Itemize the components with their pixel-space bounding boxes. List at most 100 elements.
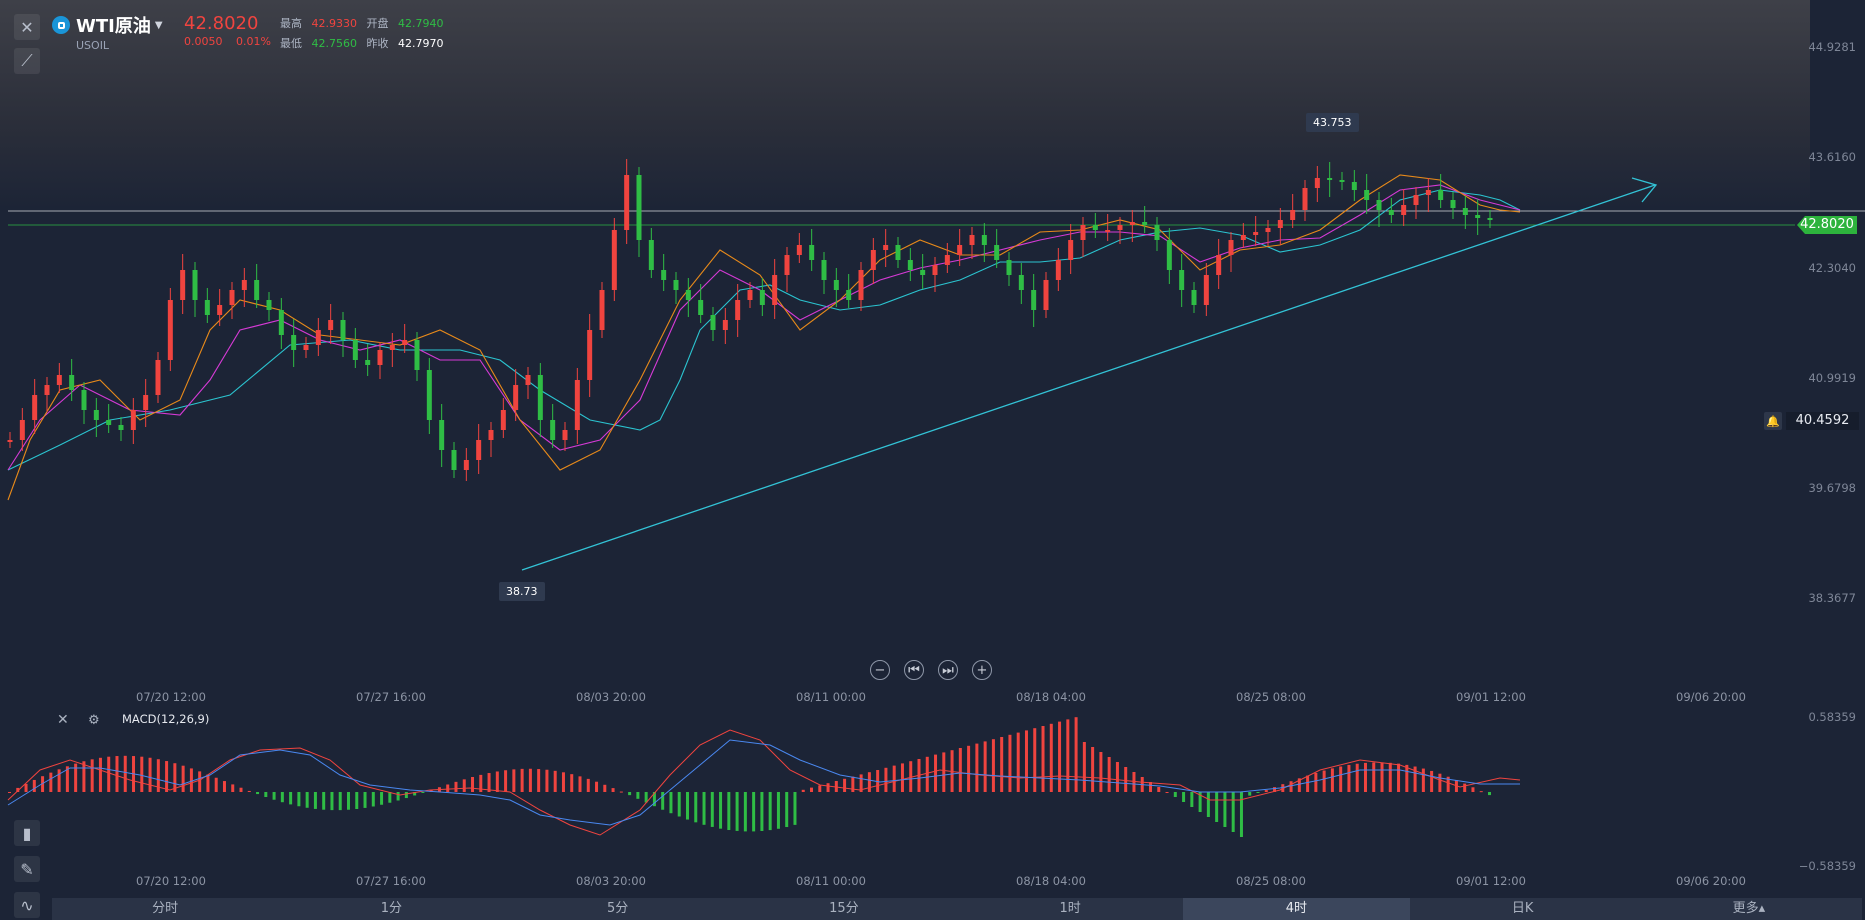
scroll-start-button[interactable]: ⏮ (904, 660, 924, 680)
candle-body (414, 340, 420, 370)
x-tick-8: 09/06 20:00 (1676, 690, 1746, 704)
candle-body (426, 370, 432, 420)
zoom-in-button[interactable]: + (972, 660, 992, 680)
candle-body (981, 235, 987, 245)
candle-body (1129, 222, 1135, 225)
zoom-controls: − ⏮ ⏭ + (870, 660, 1006, 680)
candle-body (920, 270, 926, 275)
candle-body (389, 345, 395, 350)
draw-button[interactable]: ✎ (14, 856, 40, 882)
tab-15min[interactable]: 15分 (731, 898, 957, 920)
macd-x-tick-5: 08/18 04:00 (1016, 874, 1086, 888)
candle-body (994, 245, 1000, 260)
candle-body (1105, 230, 1111, 232)
price-chart[interactable] (0, 0, 1865, 920)
candle-body (735, 300, 741, 320)
tab-timeshare[interactable]: 分时 (52, 898, 278, 920)
tab-1min[interactable]: 1分 (278, 898, 504, 920)
candle-body (130, 410, 136, 430)
zoom-out-button[interactable]: − (870, 660, 890, 680)
alert-price-value: 40.4592 (1786, 412, 1859, 430)
candle-body (1031, 290, 1037, 310)
candle-body (562, 430, 568, 440)
macd-close-icon[interactable]: ✕ (57, 712, 69, 728)
bell-icon[interactable]: 🔔 (1764, 412, 1782, 430)
candle-body (1043, 280, 1049, 310)
macd-settings-icon[interactable]: ⚙ (88, 713, 100, 728)
candle-body (1006, 260, 1012, 275)
candle-body (809, 245, 815, 260)
candle-body (661, 270, 667, 280)
candle-body (1438, 190, 1444, 200)
tab-daily[interactable]: 日K (1410, 898, 1636, 920)
candle-body (1203, 275, 1209, 305)
candle-body (254, 280, 260, 300)
candle-body (846, 290, 852, 300)
candle-body (870, 250, 876, 270)
candle-body (1080, 225, 1086, 240)
candle-body (537, 375, 543, 420)
candle-body (143, 395, 149, 410)
candle-body (1154, 225, 1160, 240)
candle-body (1055, 260, 1061, 280)
candle-body (883, 245, 889, 250)
tab-4hour[interactable]: 4时 (1183, 898, 1410, 920)
candle-body (463, 460, 469, 470)
y-tick-5: 39.6798 (1808, 481, 1856, 495)
candle-body (907, 260, 913, 270)
bottom-side-tools: ▮ ✎ ∿ (14, 820, 40, 920)
candle-body (1265, 228, 1271, 232)
tab-more[interactable]: 更多▴ (1636, 898, 1862, 920)
x-tick-5: 08/18 04:00 (1016, 690, 1086, 704)
x-tick-6: 08/25 08:00 (1236, 690, 1306, 704)
macd-x-tick-1: 07/20 12:00 (136, 874, 206, 888)
candle-body (303, 345, 309, 350)
candle-body (673, 280, 679, 290)
tab-1hour[interactable]: 1时 (957, 898, 1183, 920)
bar-chart-icon: ▮ (22, 823, 32, 843)
candle-body (167, 300, 173, 360)
y-tick-2: 43.6160 (1808, 150, 1856, 164)
macd-x-tick-7: 09/01 12:00 (1456, 874, 1526, 888)
candle-body (1475, 215, 1481, 218)
x-tick-2: 07/27 16:00 (356, 690, 426, 704)
candle-body (1487, 218, 1493, 220)
x-tick-1: 07/20 12:00 (136, 690, 206, 704)
candle-body (439, 420, 445, 450)
candle-body (698, 300, 704, 315)
tab-5min[interactable]: 5分 (505, 898, 731, 920)
candle-body (722, 320, 728, 330)
candle-body (784, 255, 790, 275)
candle-body (155, 360, 161, 395)
candle-body (7, 440, 13, 442)
candle-body (1228, 240, 1234, 255)
candle-body (821, 260, 827, 280)
candle-body (180, 270, 186, 300)
candle-body (1327, 178, 1333, 180)
candle-body (772, 275, 778, 305)
candle-body (192, 270, 198, 300)
plus-icon: + (976, 662, 988, 678)
candle-body (266, 300, 272, 310)
y-tick-6: 38.3677 (1808, 591, 1856, 605)
price-alert[interactable]: 🔔 40.4592 (1764, 412, 1859, 430)
scroll-end-button[interactable]: ⏭ (938, 660, 958, 680)
candle-body (587, 330, 593, 380)
candle-body (1388, 210, 1394, 215)
candle-body (1425, 190, 1431, 195)
candle-body (1376, 200, 1382, 210)
candle-body (118, 425, 124, 430)
x-tick-4: 08/11 00:00 (796, 690, 866, 704)
candle-body (969, 235, 975, 245)
candle-body (69, 375, 75, 390)
minus-icon: − (874, 662, 886, 678)
indicator-button[interactable]: ▮ (14, 820, 40, 846)
line-chart-button[interactable]: ∿ (14, 892, 40, 918)
macd-title: MACD(12,26,9) (122, 712, 210, 726)
x-tick-7: 09/01 12:00 (1456, 690, 1526, 704)
candle-body (685, 290, 691, 300)
candle-body (377, 350, 383, 365)
candle-body (204, 300, 210, 315)
candle-body (648, 240, 654, 270)
candle-body (747, 290, 753, 300)
